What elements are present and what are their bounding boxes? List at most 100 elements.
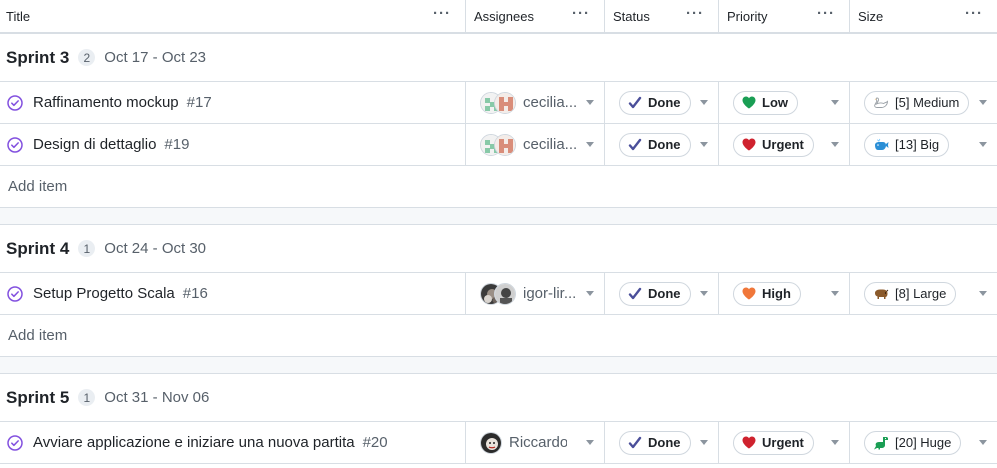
avatar: [494, 91, 516, 114]
issue-number: #19: [164, 136, 190, 153]
issue-number: #17: [186, 94, 212, 111]
avatar-stack: [480, 282, 516, 305]
group-dates: Oct 31 - Nov 06: [104, 389, 210, 406]
green-heart-icon: [742, 96, 756, 109]
priority-pill[interactable]: Low: [733, 90, 798, 115]
chevron-down-icon[interactable]: [831, 440, 839, 445]
table-row[interactable]: Setup Progetto Scala #16 igor-lir... Don…: [0, 273, 997, 315]
cell-assignees[interactable]: igor-lir...: [466, 273, 605, 314]
cell-priority[interactable]: Low: [719, 82, 850, 123]
add-item-button[interactable]: Add item: [0, 166, 997, 208]
size-pill[interactable]: [13] Big: [864, 132, 950, 157]
column-menu-icon[interactable]: ···: [572, 6, 590, 21]
chevron-down-icon[interactable]: [831, 100, 839, 105]
chevron-down-icon[interactable]: [831, 291, 839, 296]
chevron-down-icon[interactable]: [700, 291, 708, 296]
chevron-down-icon[interactable]: [586, 100, 594, 105]
issue-title-link[interactable]: Raffinamento mockup: [33, 94, 179, 111]
column-header-assignees[interactable]: Assignees ···: [466, 0, 605, 32]
assignee-name: cecilia...: [523, 136, 578, 153]
group-separator: [0, 208, 997, 225]
cell-size[interactable]: [5] Medium: [850, 82, 997, 123]
column-header-priority[interactable]: Priority ···: [719, 0, 850, 32]
issue-title-link[interactable]: Avviare applicazione e iniziare una nuov…: [33, 434, 355, 451]
cell-assignees[interactable]: RiccardoC: [466, 422, 605, 463]
chevron-down-icon[interactable]: [979, 440, 987, 445]
priority-pill[interactable]: High: [733, 281, 801, 306]
chevron-down-icon[interactable]: [586, 142, 594, 147]
issue-title-link[interactable]: Design di dettaglio: [33, 136, 156, 153]
column-header-title[interactable]: Title ···: [0, 0, 466, 32]
size-label: [5] Medium: [895, 95, 960, 110]
avatar: [494, 133, 516, 156]
chevron-down-icon[interactable]: [979, 291, 987, 296]
red-heart-icon: [742, 138, 756, 151]
size-pill[interactable]: [8] Large: [864, 281, 957, 306]
cell-title[interactable]: Setup Progetto Scala #16: [0, 273, 466, 314]
chevron-down-icon[interactable]: [700, 440, 708, 445]
chevron-down-icon[interactable]: [586, 440, 594, 445]
table-header: Title ··· Assignees ··· Status ··· Prior…: [0, 0, 997, 34]
size-pill[interactable]: [20] Huge: [864, 430, 962, 455]
status-pill[interactable]: Done: [619, 430, 691, 455]
column-menu-icon[interactable]: ···: [686, 6, 704, 21]
avatar-stack: [480, 431, 502, 454]
cell-status[interactable]: Done: [605, 124, 719, 165]
group-dates: Oct 24 - Oct 30: [104, 240, 207, 257]
dinosaur-icon: [873, 436, 889, 450]
column-menu-icon[interactable]: ···: [433, 6, 451, 21]
status-pill[interactable]: Done: [619, 132, 691, 157]
status-label: Done: [648, 137, 681, 152]
priority-pill[interactable]: Urgent: [733, 430, 814, 455]
cell-title[interactable]: Avviare applicazione e iniziare una nuov…: [0, 422, 466, 463]
add-item-button[interactable]: Add item: [0, 315, 997, 357]
cell-assignees[interactable]: cecilia...: [466, 82, 605, 123]
issue-title-link[interactable]: Setup Progetto Scala: [33, 285, 175, 302]
table-row[interactable]: Raffinamento mockup #17 cecilia... Done …: [0, 82, 997, 124]
column-header-size[interactable]: Size ···: [850, 0, 997, 32]
avatar-stack: [480, 91, 516, 114]
table-row[interactable]: Design di dettaglio #19 cecilia... Done …: [0, 124, 997, 166]
checkmark-icon: [628, 138, 642, 152]
chevron-down-icon[interactable]: [700, 100, 708, 105]
cell-status[interactable]: Done: [605, 422, 719, 463]
closed-issue-icon: [7, 434, 23, 451]
column-status-label: Status: [613, 8, 650, 24]
chevron-down-icon[interactable]: [586, 291, 594, 296]
size-pill[interactable]: [5] Medium: [864, 90, 970, 115]
chevron-down-icon[interactable]: [700, 142, 708, 147]
cell-priority[interactable]: Urgent: [719, 124, 850, 165]
status-pill[interactable]: Done: [619, 281, 691, 306]
swan-icon: [873, 96, 889, 110]
group-header-sprint-5[interactable]: Sprint 5 1 Oct 31 - Nov 06: [0, 374, 997, 422]
cell-priority[interactable]: High: [719, 273, 850, 314]
status-pill[interactable]: Done: [619, 90, 691, 115]
issue-number: #16: [182, 285, 208, 302]
cell-title[interactable]: Design di dettaglio #19: [0, 124, 466, 165]
size-label: [8] Large: [895, 286, 947, 301]
cell-size[interactable]: [13] Big: [850, 124, 997, 165]
group-count-badge: 1: [78, 240, 96, 257]
cell-title[interactable]: Raffinamento mockup #17: [0, 82, 466, 123]
status-label: Done: [648, 286, 681, 301]
chevron-down-icon[interactable]: [831, 142, 839, 147]
chevron-down-icon[interactable]: [979, 142, 987, 147]
assignee-name: cecilia...: [523, 94, 578, 111]
priority-pill[interactable]: Urgent: [733, 132, 814, 157]
column-header-status[interactable]: Status ···: [605, 0, 719, 32]
column-menu-icon[interactable]: ···: [965, 6, 983, 21]
group-header-sprint-4[interactable]: Sprint 4 1 Oct 24 - Oct 30: [0, 225, 997, 273]
cell-status[interactable]: Done: [605, 82, 719, 123]
table-row[interactable]: Avviare applicazione e iniziare una nuov…: [0, 422, 997, 464]
cell-assignees[interactable]: cecilia...: [466, 124, 605, 165]
cell-priority[interactable]: Urgent: [719, 422, 850, 463]
cell-status[interactable]: Done: [605, 273, 719, 314]
chevron-down-icon[interactable]: [979, 100, 987, 105]
cell-size[interactable]: [20] Huge: [850, 422, 997, 463]
priority-label: Urgent: [762, 435, 804, 450]
column-size-label: Size: [858, 8, 884, 24]
column-menu-icon[interactable]: ···: [817, 6, 835, 21]
priority-label: Urgent: [762, 137, 804, 152]
cell-size[interactable]: [8] Large: [850, 273, 997, 314]
group-header-sprint-3[interactable]: Sprint 3 2 Oct 17 - Oct 23: [0, 34, 997, 82]
